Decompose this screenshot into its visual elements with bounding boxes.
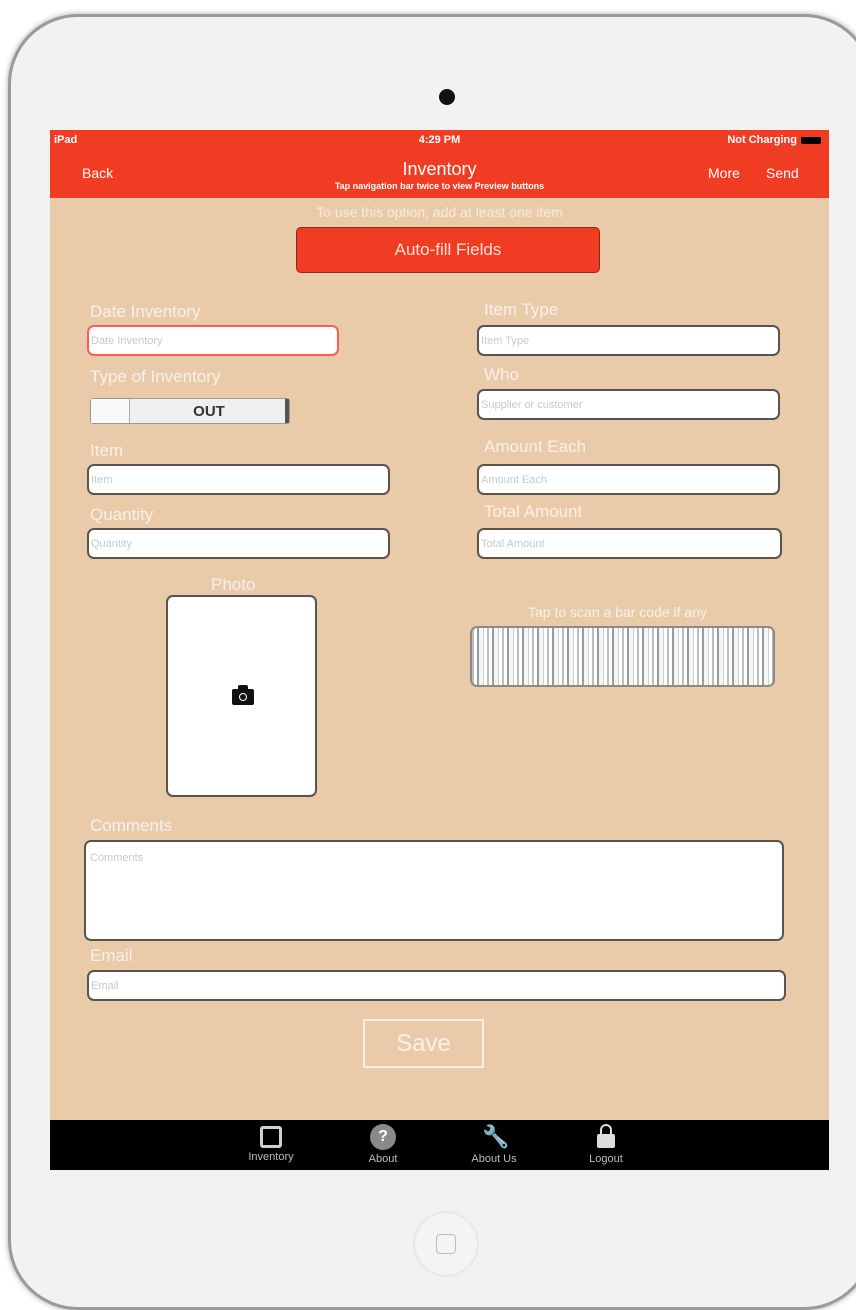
date-inventory-field[interactable]: Date Inventory bbox=[87, 325, 339, 356]
who-field[interactable]: Supplier or customer bbox=[477, 389, 780, 420]
item-type-label: Item Type bbox=[484, 300, 559, 319]
app-screen: iPad 4:29 PM Not Charging Back Inventory… bbox=[50, 130, 829, 1170]
edit-icon bbox=[260, 1126, 282, 1148]
item-label: Item bbox=[90, 441, 124, 460]
barcode-label: Tap to scan a bar code if any bbox=[528, 604, 707, 620]
status-bar: iPad 4:29 PM Not Charging bbox=[50, 130, 829, 152]
email-field[interactable]: Email bbox=[87, 970, 786, 1001]
camera-icon bbox=[232, 685, 254, 705]
nav-subtitle: Tap navigation bar twice to view Preview… bbox=[334, 181, 545, 191]
save-button[interactable]: Save bbox=[363, 1019, 484, 1068]
toggle-edge bbox=[285, 399, 289, 423]
comments-field[interactable]: Comments bbox=[84, 840, 784, 941]
tab-about-us[interactable]: 🔧 About Us bbox=[459, 1124, 529, 1165]
lock-icon bbox=[596, 1124, 616, 1150]
barcode-scanner-button[interactable] bbox=[470, 626, 775, 687]
front-camera bbox=[439, 89, 455, 105]
type-of-inventory-label: Type of Inventory bbox=[90, 367, 221, 386]
toggle-value: OUT bbox=[193, 403, 225, 420]
help-icon: ? bbox=[370, 1124, 396, 1150]
amount-each-field[interactable]: Amount Each bbox=[477, 464, 780, 495]
battery-icon bbox=[801, 136, 821, 144]
status-time: 4:29 PM bbox=[418, 134, 461, 146]
send-button[interactable]: Send bbox=[766, 165, 799, 181]
autofill-button[interactable]: Auto-fill Fields bbox=[296, 227, 600, 273]
wrench-icon: 🔧 bbox=[482, 1124, 510, 1149]
email-label: Email bbox=[90, 946, 133, 965]
tab-label: About bbox=[368, 1153, 398, 1165]
tab-label: About Us bbox=[471, 1153, 517, 1165]
quantity-label: Quantity bbox=[90, 505, 154, 524]
inventory-type-toggle[interactable]: OUT bbox=[90, 398, 290, 424]
home-square-icon bbox=[436, 1234, 456, 1254]
tab-label: Inventory bbox=[248, 1151, 294, 1163]
navigation-bar[interactable]: Back Inventory Tap navigation bar twice … bbox=[50, 152, 829, 198]
battery-text: Not Charging bbox=[727, 134, 797, 146]
toggle-knob[interactable] bbox=[91, 399, 130, 423]
total-amount-field[interactable]: Total Amount bbox=[477, 528, 782, 559]
total-amount-label: Total Amount bbox=[484, 502, 583, 521]
photo-picker[interactable] bbox=[166, 595, 317, 797]
item-type-field[interactable]: Item Type bbox=[477, 325, 780, 356]
autofill-hint: To use this option, add at least one ite… bbox=[316, 204, 563, 220]
tab-logout[interactable]: Logout bbox=[571, 1124, 641, 1165]
tab-about[interactable]: ? About bbox=[348, 1124, 418, 1165]
quantity-field[interactable]: Quantity bbox=[87, 528, 390, 559]
home-button[interactable] bbox=[415, 1213, 477, 1275]
more-button[interactable]: More bbox=[708, 165, 740, 181]
tab-bar: Inventory ? About 🔧 About Us Logout bbox=[50, 1120, 829, 1170]
tab-inventory[interactable]: Inventory bbox=[236, 1124, 306, 1163]
amount-each-label: Amount Each bbox=[484, 437, 587, 456]
date-inventory-label: Date Inventory bbox=[90, 302, 201, 321]
item-field[interactable]: Item bbox=[87, 464, 390, 495]
battery-status: Not Charging bbox=[727, 134, 821, 146]
photo-label: Photo bbox=[211, 575, 256, 594]
who-label: Who bbox=[484, 365, 519, 384]
tab-label: Logout bbox=[589, 1153, 623, 1165]
comments-label: Comments bbox=[90, 816, 173, 835]
